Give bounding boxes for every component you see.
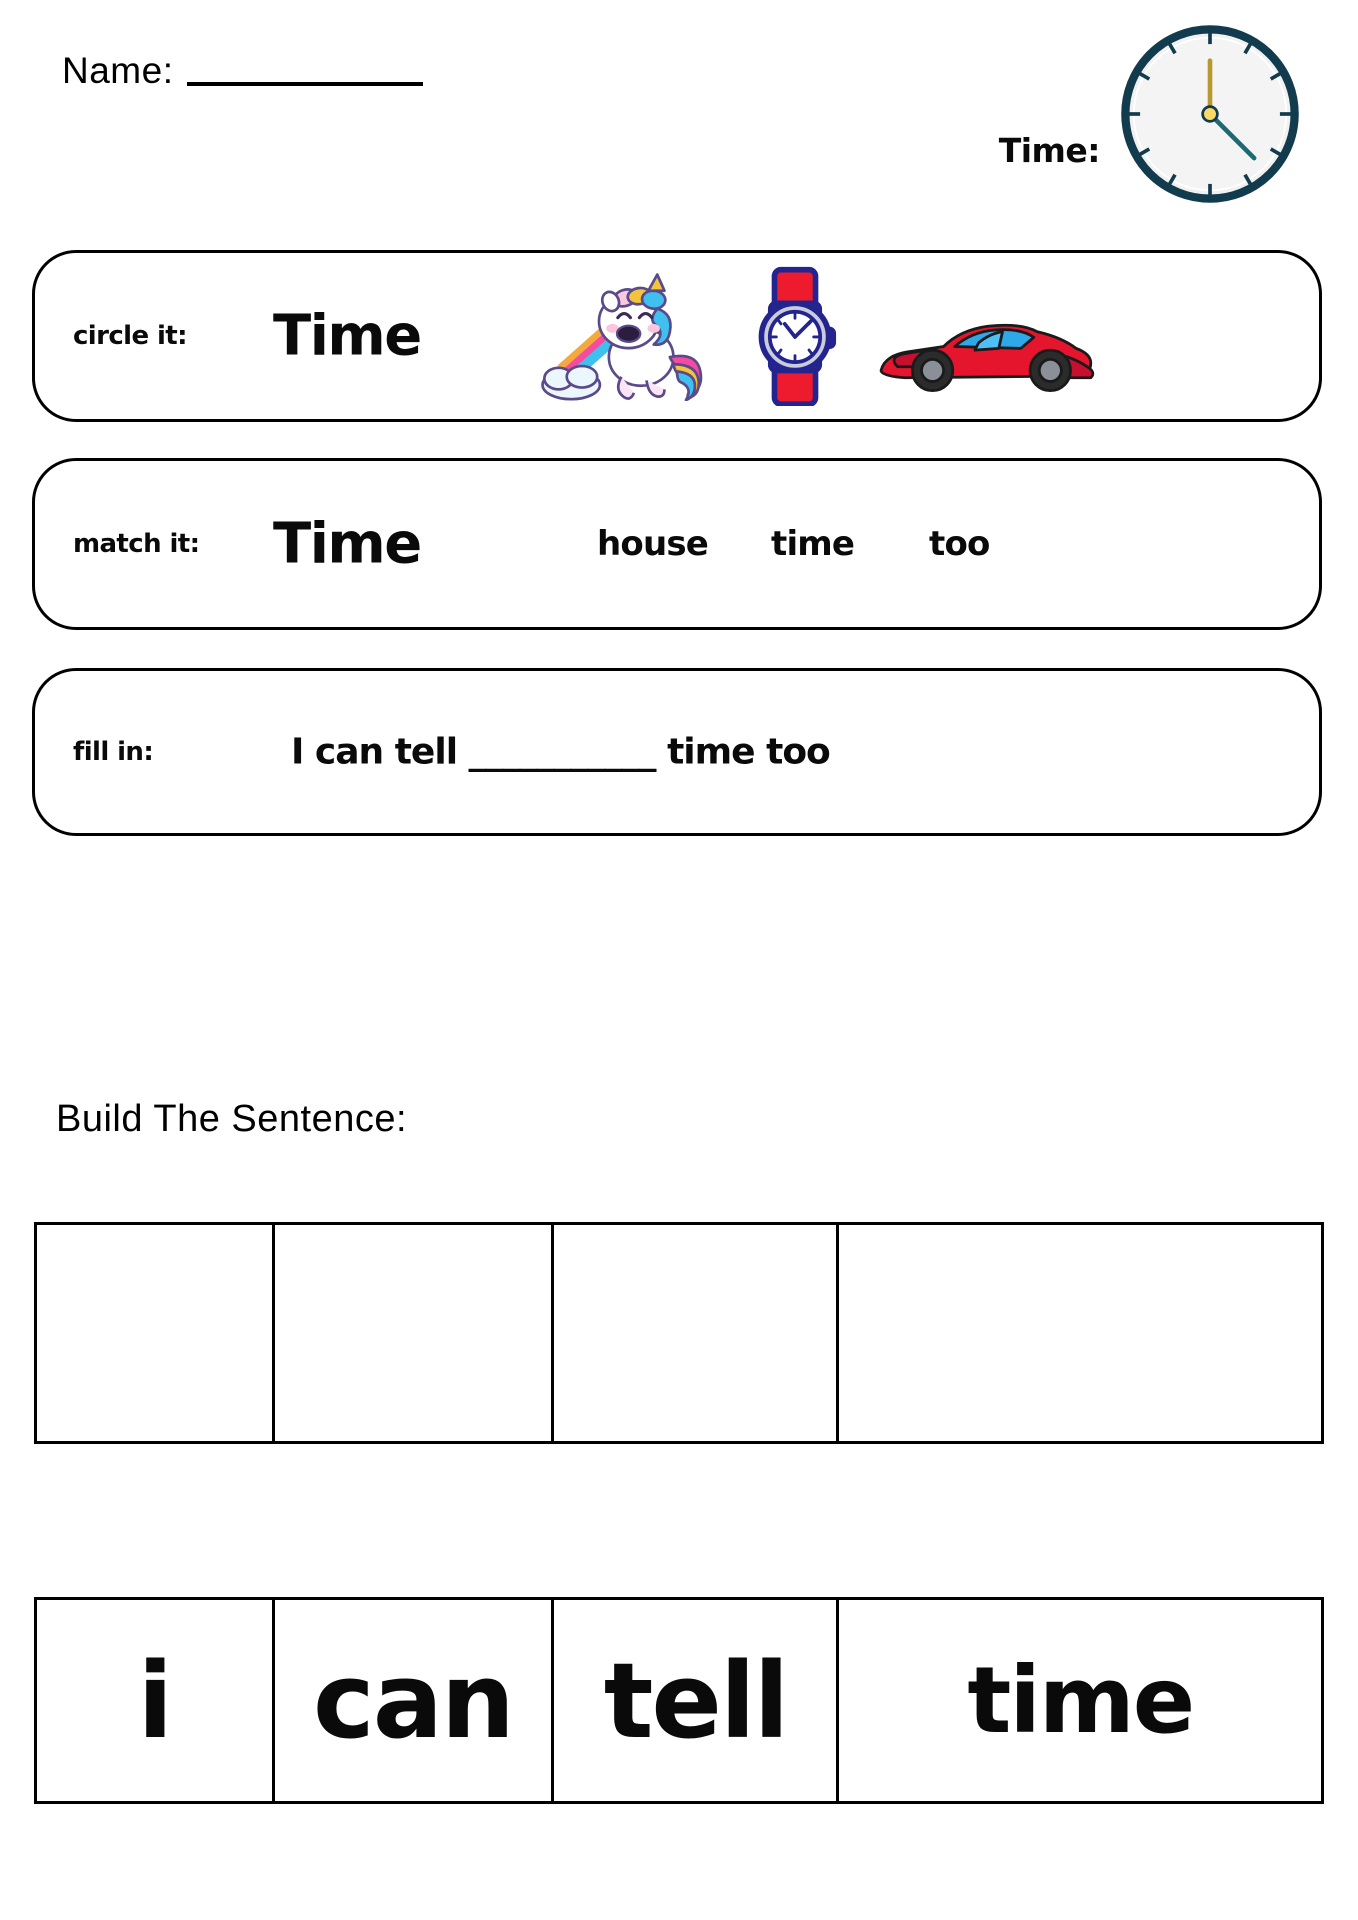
time-label: Time: (998, 130, 1101, 170)
build-cell[interactable] (554, 1225, 840, 1441)
match-choice-time[interactable]: time (771, 524, 855, 564)
activity-box-fill-in: fill in: I can tell ___________ time too (32, 668, 1322, 836)
activity-box-match-it: match it: Time house time too (32, 458, 1322, 630)
build-cell[interactable] (839, 1225, 1321, 1441)
build-cell[interactable] (37, 1225, 275, 1441)
build-the-sentence-heading: Build The Sentence: (56, 1098, 408, 1140)
name-label: Name: (62, 50, 174, 91)
circle-it-label: circle it: (73, 321, 188, 351)
word-tile-can[interactable]: can (275, 1600, 555, 1801)
name-input-blank[interactable] (187, 82, 424, 86)
word-tile-time[interactable]: time (839, 1600, 1321, 1801)
activity-box-circle-it: circle it: Time (32, 250, 1322, 422)
unicorn-rainbow-icon[interactable] (535, 271, 715, 402)
time-field-row: Time: (999, 18, 1302, 210)
fill-in-sentence[interactable]: I can tell ___________ time too (291, 732, 831, 773)
worksheet-header: Name: Time: (0, 0, 1358, 240)
match-it-target-word: Time (273, 511, 422, 577)
analog-clock-icon (1118, 18, 1302, 210)
circle-it-target-word: Time (273, 303, 422, 369)
name-field-row: Name: (62, 50, 424, 92)
wristwatch-icon[interactable] (735, 266, 855, 407)
word-tile-row: i can tell time (34, 1597, 1324, 1804)
sports-car-icon[interactable] (870, 299, 1100, 409)
match-it-label: match it: (73, 529, 200, 559)
match-choice-too[interactable]: too (929, 524, 990, 564)
word-tile-i[interactable]: i (37, 1600, 275, 1801)
build-cell[interactable] (275, 1225, 555, 1441)
fill-in-label: fill in: (73, 737, 154, 767)
word-tile-tell[interactable]: tell (554, 1600, 840, 1801)
build-sentence-grid (34, 1222, 1324, 1444)
match-choice-house[interactable]: house (597, 524, 709, 564)
